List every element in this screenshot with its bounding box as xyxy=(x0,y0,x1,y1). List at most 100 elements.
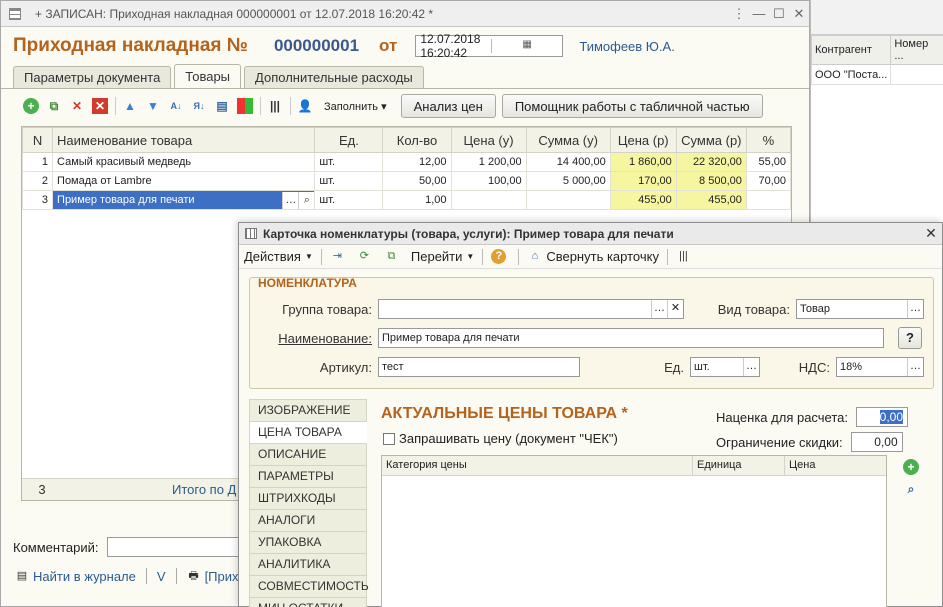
refresh-button[interactable]: ⟳ xyxy=(357,249,376,264)
column-header-counterparty[interactable]: Контрагент xyxy=(810,35,892,65)
document-number[interactable]: 000000001 xyxy=(274,36,359,56)
cell-qty[interactable]: 1,00 xyxy=(382,190,452,210)
responsible-user-link[interactable]: Тимофеев Ю.А. xyxy=(579,39,675,54)
goto-menu[interactable]: Перейти ▼ xyxy=(411,249,474,264)
column-header-name[interactable]: Наименование товара xyxy=(52,127,316,153)
side-tab-description[interactable]: ОПИСАНИЕ xyxy=(249,443,367,465)
cell-unit[interactable]: шт. xyxy=(314,152,384,172)
cell-percent[interactable]: 55,00 xyxy=(745,152,792,172)
cell-sum-u[interactable] xyxy=(525,190,611,210)
side-tab-parameters[interactable]: ПАРАМЕТРЫ xyxy=(249,465,367,487)
table-row[interactable]: 3 Пример товара для печати … ⌕ шт. 1,00 xyxy=(21,190,792,210)
vat-field[interactable]: 18% … xyxy=(836,357,924,377)
side-tab-min-stock[interactable]: МИН.ОСТАТКИ xyxy=(249,597,367,607)
collapse-card-button[interactable]: ⌂ Свернуть карточку xyxy=(527,249,659,264)
colors-icon[interactable] xyxy=(237,98,253,114)
side-tab-analytics[interactable]: АНАЛИТИКА xyxy=(249,553,367,575)
document-date-field[interactable]: 12.07.2018 16:20:42 ▦ xyxy=(415,32,564,60)
cell-price-r[interactable]: 1 860,00 xyxy=(609,152,677,172)
calendar-icon[interactable]: ▦ xyxy=(490,39,563,53)
cell-price-r[interactable]: 170,00 xyxy=(609,171,677,191)
cell-name[interactable]: Самый красивый медведь xyxy=(52,152,316,172)
column-header-number[interactable]: Номер ... xyxy=(890,35,943,65)
barcode-icon[interactable]: ||| xyxy=(267,98,283,114)
v-link[interactable]: V xyxy=(157,569,166,584)
column-header-unit[interactable]: Ед. xyxy=(314,127,384,153)
cell-name-editing[interactable]: Пример товара для печати … ⌕ xyxy=(52,190,316,210)
group-field[interactable]: … ✕ xyxy=(378,299,684,319)
cell-price-r[interactable]: 455,00 xyxy=(609,190,677,210)
column-header-sum-r[interactable]: Сумма (р) xyxy=(675,127,747,153)
ask-price-label[interactable]: Запрашивать цену (документ "ЧЕК") xyxy=(399,431,618,446)
cell-unit[interactable]: шт. xyxy=(314,171,384,191)
actions-menu[interactable]: Действия ▼ xyxy=(244,249,313,264)
clear-table-icon[interactable]: ✕ xyxy=(92,98,108,114)
tab-extra-costs[interactable]: Дополнительные расходы xyxy=(244,66,424,88)
column-header-price-category[interactable]: Категория цены xyxy=(382,456,693,475)
cell-price-u[interactable]: 100,00 xyxy=(450,171,527,191)
maximize-icon[interactable]: ☐ xyxy=(769,6,789,22)
table-row[interactable]: ООО "Поста... xyxy=(810,64,943,85)
copy-button[interactable]: ⧉ xyxy=(384,249,403,264)
column-header-n[interactable]: N xyxy=(21,127,54,153)
column-header-price-r[interactable]: Цена (р) xyxy=(609,127,677,153)
name-field[interactable]: Пример товара для печати xyxy=(378,328,884,348)
ask-price-checkbox[interactable] xyxy=(383,432,395,445)
fill-dropdown-button[interactable]: Заполнить ▾ xyxy=(324,100,387,113)
cell-percent[interactable]: 70,00 xyxy=(745,171,792,191)
cell-sum-r[interactable]: 455,00 xyxy=(675,190,747,210)
help-button[interactable]: ? xyxy=(491,249,510,264)
cell-percent[interactable] xyxy=(745,190,792,210)
column-header-unit[interactable]: Единица xyxy=(693,456,785,475)
discount-limit-input[interactable]: 0,00 xyxy=(850,432,903,452)
cell-unit[interactable]: шт. xyxy=(314,190,384,210)
cell-name[interactable]: Помада от Lambre xyxy=(52,171,316,191)
move-up-icon[interactable]: ▲ xyxy=(122,98,138,114)
table-row[interactable]: 2 Помада от Lambre шт. 50,00 100,00 5 00… xyxy=(21,171,792,191)
clear-icon[interactable]: ✕ xyxy=(667,300,683,318)
column-header-percent[interactable]: % xyxy=(745,127,792,153)
select-ellipsis-icon[interactable]: … xyxy=(651,300,667,318)
save-close-button[interactable]: ⇥ xyxy=(330,249,349,264)
column-header-price-u[interactable]: Цена (у) xyxy=(450,127,527,153)
side-tab-analogs[interactable]: АНАЛОГИ xyxy=(249,509,367,531)
side-tab-barcodes[interactable]: ШТРИХКОДЫ xyxy=(249,487,367,509)
side-tab-image[interactable]: ИЗОБРАЖЕНИЕ xyxy=(249,399,367,421)
cell-sum-u[interactable]: 5 000,00 xyxy=(525,171,611,191)
more-icon[interactable]: ⋮ xyxy=(729,6,749,22)
close-icon[interactable]: ✕ xyxy=(920,225,942,242)
select-ellipsis-icon[interactable]: … xyxy=(907,358,923,376)
minimize-icon[interactable]: — xyxy=(749,6,769,21)
cell-sum-r[interactable]: 8 500,00 xyxy=(675,171,747,191)
article-field[interactable]: тест xyxy=(378,357,580,377)
select-ellipsis-icon[interactable]: … xyxy=(907,300,923,318)
comment-input[interactable] xyxy=(106,537,247,557)
barcode-button[interactable]: ||| xyxy=(676,249,695,264)
print-link[interactable]: 🖶 [Прих xyxy=(187,569,238,584)
side-tab-price[interactable]: ЦЕНА ТОВАРА xyxy=(249,421,367,443)
column-header-qty[interactable]: Кол-во xyxy=(382,127,452,153)
table-row[interactable]: 1 Самый красивый медведь шт. 12,00 1 200… xyxy=(21,152,792,172)
cell-price-u[interactable] xyxy=(450,190,527,210)
search-icon[interactable]: ⌕ xyxy=(298,191,314,209)
copy-row-icon[interactable]: ⧉ xyxy=(46,98,62,114)
find-in-journal-link[interactable]: ▤ Найти в журнале xyxy=(15,569,136,584)
add-price-icon[interactable]: + xyxy=(903,459,919,475)
select-ellipsis-icon[interactable]: … xyxy=(282,191,298,209)
find-price-icon[interactable]: ⌕ xyxy=(903,481,919,497)
side-tab-compatibility[interactable]: СОВМЕСТИМОСТЬ xyxy=(249,575,369,597)
cell-qty[interactable]: 12,00 xyxy=(382,152,452,172)
sort-ascending-icon[interactable]: A↓ xyxy=(168,98,184,114)
add-row-icon[interactable]: + xyxy=(23,98,39,114)
sort-descending-icon[interactable]: Я↓ xyxy=(191,98,207,114)
move-down-icon[interactable]: ▼ xyxy=(145,98,161,114)
analyze-prices-button[interactable]: Анализ цен xyxy=(400,94,496,118)
markup-input[interactable]: 0,00 xyxy=(856,407,908,427)
side-tab-packaging[interactable]: УПАКОВКА xyxy=(249,531,367,553)
find-by-user-icon[interactable]: 👤 xyxy=(297,98,313,114)
unit-field[interactable]: шт. … xyxy=(690,357,760,377)
kind-field[interactable]: Товар … xyxy=(796,299,924,319)
column-header-price[interactable]: Цена xyxy=(785,456,886,475)
close-icon[interactable]: ✕ xyxy=(789,6,809,22)
select-columns-icon[interactable]: ▤ xyxy=(214,98,230,114)
